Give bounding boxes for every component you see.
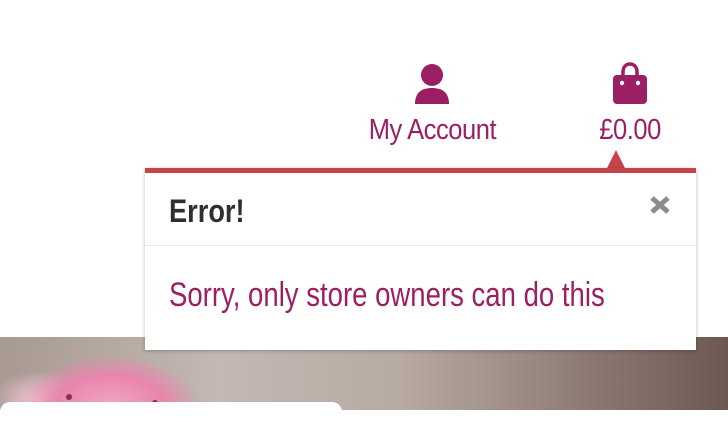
popup-title: Error! [169,193,245,229]
cart-total: £0.00 [599,114,661,146]
close-button[interactable] [648,193,672,217]
cart-link[interactable]: £0.00 [580,62,680,145]
shopping-bag-icon [613,62,647,104]
error-message: Sorry, only store owners can do this [169,276,605,314]
my-account-link[interactable]: My Account [352,62,512,145]
decoration-dot [66,394,72,400]
error-popup: Error! Sorry, only store owners can do t… [145,168,696,350]
user-icon [415,64,449,104]
popup-pointer [607,150,625,168]
my-account-label: My Account [368,114,496,146]
close-icon [650,196,670,214]
popup-header: Error! [145,173,696,246]
popup-body: Sorry, only store owners can do this [145,246,696,350]
content-card-edge [0,402,342,422]
